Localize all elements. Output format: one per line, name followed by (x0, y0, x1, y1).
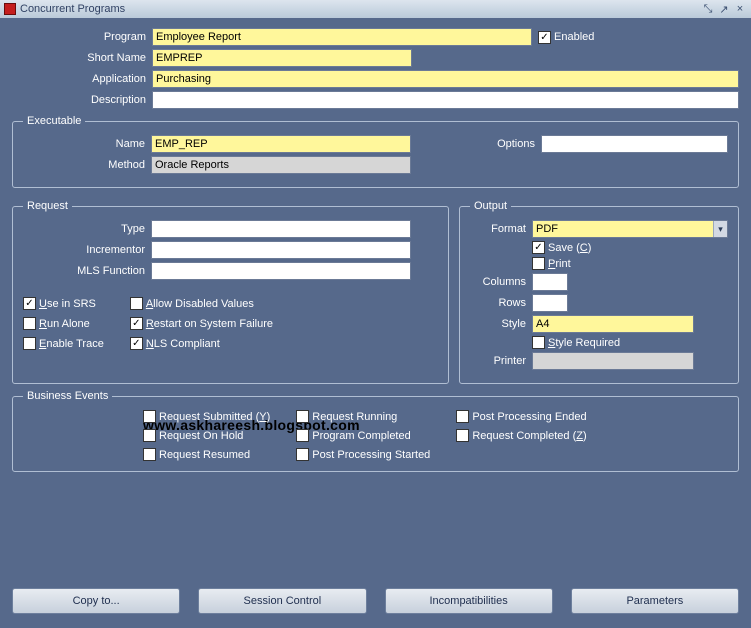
save-label: Save (C) (548, 242, 591, 254)
minimize-icon[interactable]: ⤡ (701, 2, 715, 16)
req-completed-checkbox[interactable] (456, 429, 469, 442)
description-input[interactable] (152, 91, 739, 109)
prog-completed-checkbox[interactable] (296, 429, 309, 442)
business-events-group: Business Events Request Submitted (Y) Re… (12, 390, 739, 472)
restart-checkbox[interactable]: ✓ (130, 317, 143, 330)
nls-label: NLS Compliant (146, 338, 220, 350)
req-resumed-checkbox[interactable] (143, 448, 156, 461)
exec-options-label: Options (411, 138, 541, 150)
parameters-button[interactable]: Parameters (571, 588, 739, 614)
window: Concurrent Programs ⤡ ↗ × Program ✓ Enab… (0, 0, 751, 628)
save-checkbox[interactable]: ✓ (532, 241, 545, 254)
columns-label: Columns (470, 276, 532, 288)
req-running-label: Request Running (312, 411, 397, 423)
req-submitted-checkbox[interactable] (143, 410, 156, 423)
executable-group: Executable Name Options Method (12, 115, 739, 188)
mls-label: MLS Function (23, 265, 151, 277)
run-alone-label: Run Alone (39, 318, 90, 330)
program-input[interactable] (152, 28, 532, 46)
style-required-label: Style Required (548, 337, 620, 349)
output-legend: Output (470, 200, 511, 212)
print-checkbox[interactable] (532, 257, 545, 270)
output-group: Output Format ▾ ✓Save (C) Print Columns (459, 200, 739, 384)
program-label: Program (12, 31, 152, 43)
nls-checkbox[interactable]: ✓ (130, 337, 143, 350)
exec-method-input (151, 156, 411, 174)
request-legend: Request (23, 200, 72, 212)
printer-input (532, 352, 694, 370)
post-started-checkbox[interactable] (296, 448, 309, 461)
post-started-label: Post Processing Started (312, 449, 430, 461)
oracle-icon (4, 3, 16, 15)
incrementor-label: Incrementor (23, 244, 151, 256)
type-label: Type (23, 223, 151, 235)
req-resumed-label: Request Resumed (159, 449, 250, 461)
exec-name-input[interactable] (151, 135, 411, 153)
business-events-legend: Business Events (23, 390, 112, 402)
rows-input[interactable] (532, 294, 568, 312)
enable-trace-checkbox[interactable] (23, 337, 36, 350)
req-completed-label: Request Completed (Z) (472, 430, 586, 442)
type-input[interactable] (151, 220, 411, 238)
rows-label: Rows (470, 297, 532, 309)
use-in-srs-checkbox[interactable]: ✓ (23, 297, 36, 310)
restart-label: Restart on System Failure (146, 318, 273, 330)
copy-to-button[interactable]: Copy to... (12, 588, 180, 614)
short-name-input[interactable] (152, 49, 412, 67)
application-input[interactable] (152, 70, 739, 88)
enabled-checkbox[interactable]: ✓ (538, 31, 551, 44)
enable-trace-label: Enable Trace (39, 338, 104, 350)
format-select[interactable] (532, 220, 728, 238)
prog-completed-label: Program Completed (312, 430, 410, 442)
incompatibilities-button[interactable]: Incompatibilities (385, 588, 553, 614)
post-ended-label: Post Processing Ended (472, 411, 586, 423)
short-name-label: Short Name (12, 52, 152, 64)
style-label: Style (470, 318, 532, 330)
allow-disabled-checkbox[interactable] (130, 297, 143, 310)
window-title: Concurrent Programs (20, 3, 701, 15)
columns-input[interactable] (532, 273, 568, 291)
mls-input[interactable] (151, 262, 411, 280)
print-label: Print (548, 258, 571, 270)
req-running-checkbox[interactable] (296, 410, 309, 423)
style-input[interactable] (532, 315, 694, 333)
exec-name-label: Name (23, 138, 151, 150)
request-group: Request Type Incrementor MLS Function ✓U… (12, 200, 449, 384)
exec-options-input[interactable] (541, 135, 728, 153)
application-label: Application (12, 73, 152, 85)
use-in-srs-label: Use in SRS (39, 298, 96, 310)
run-alone-checkbox[interactable] (23, 317, 36, 330)
exec-method-label: Method (23, 159, 151, 171)
enabled-label: Enabled (554, 31, 594, 43)
close-icon[interactable]: × (733, 2, 747, 16)
session-control-button[interactable]: Session Control (198, 588, 366, 614)
printer-label: Printer (470, 355, 532, 367)
description-label: Description (12, 94, 152, 106)
titlebar: Concurrent Programs ⤡ ↗ × (0, 0, 751, 18)
format-label: Format (470, 223, 532, 235)
style-required-checkbox[interactable] (532, 336, 545, 349)
executable-legend: Executable (23, 115, 85, 127)
incrementor-input[interactable] (151, 241, 411, 259)
main-content: Program ✓ Enabled Short Name Application… (0, 18, 751, 628)
post-ended-checkbox[interactable] (456, 410, 469, 423)
maximize-icon[interactable]: ↗ (717, 2, 731, 16)
req-onhold-label: Request On Hold (159, 430, 243, 442)
chevron-down-icon[interactable]: ▾ (713, 221, 727, 237)
req-submitted-label: Request Submitted (Y) (159, 411, 270, 423)
allow-disabled-label: Allow Disabled Values (146, 298, 254, 310)
req-onhold-checkbox[interactable] (143, 429, 156, 442)
